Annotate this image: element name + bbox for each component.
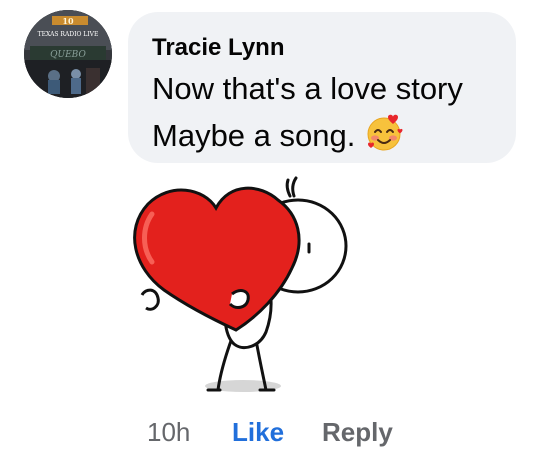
- like-button[interactable]: Like: [232, 417, 284, 448]
- heart-hug-sticker[interactable]: [120, 170, 360, 410]
- comment-timestamp[interactable]: 10h: [147, 417, 190, 448]
- smiling-face-with-hearts-icon: [367, 114, 403, 151]
- svg-text:QUEBO: QUEBO: [50, 50, 86, 60]
- svg-text:10: 10: [62, 16, 74, 26]
- comment-bubble: Tracie Lynn Now that's a love story Mayb…: [128, 12, 516, 163]
- comment-text-line-2: Maybe a song.: [152, 114, 403, 154]
- avatar[interactable]: 10 TEXAS RADIO LIVE QUEBO: [24, 10, 112, 98]
- comment-actions: 10h Like Reply: [0, 417, 552, 449]
- comment-author[interactable]: Tracie Lynn: [152, 34, 285, 62]
- svg-text:TEXAS RADIO LIVE: TEXAS RADIO LIVE: [38, 31, 99, 38]
- reply-button[interactable]: Reply: [322, 417, 393, 448]
- comment-text-line-2-text: Maybe a song.: [152, 118, 356, 153]
- comment-text-line-1: Now that's a love story: [152, 71, 463, 106]
